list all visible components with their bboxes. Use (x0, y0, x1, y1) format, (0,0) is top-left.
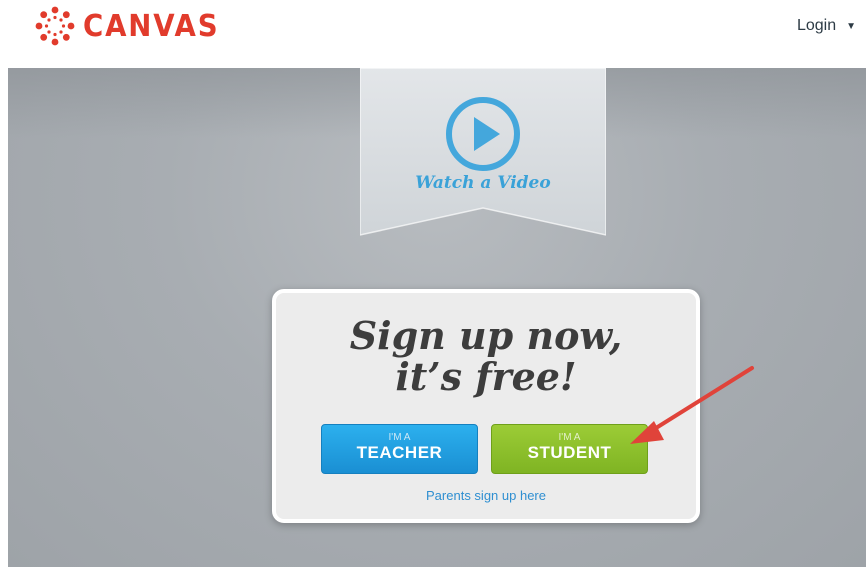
student-signup-button[interactable]: I'M A STUDENT (491, 424, 648, 474)
headline-line-1: Sign up now, (349, 313, 623, 358)
play-circle-icon (446, 97, 520, 171)
signup-card: Sign up now, it’s free! I'M A TEACHER I'… (272, 289, 700, 523)
login-menu[interactable]: Login ▼ (797, 17, 856, 35)
login-label: Login (796, 17, 837, 34)
canvas-logo-icon (35, 6, 75, 46)
canvas-logo[interactable]: CANVAS (35, 6, 231, 46)
site-header: CANVAS Login ▼ (0, 0, 866, 68)
parents-signup-link[interactable]: Parents sign up here (276, 488, 696, 503)
student-button-label: STUDENT (527, 443, 612, 462)
watch-video-banner[interactable]: Watch a Video (360, 68, 606, 236)
teacher-signup-button[interactable]: I'M A TEACHER (321, 424, 478, 474)
signup-headline: Sign up now, it’s free! (276, 315, 696, 397)
hero-section: Watch a Video Sign up now, it’s free! I'… (8, 68, 866, 567)
student-button-small-label: I'M A (558, 432, 581, 443)
chevron-down-icon: ▼ (846, 20, 856, 32)
headline-line-2: it’s free! (395, 354, 577, 399)
teacher-button-small-label: I'M A (388, 432, 411, 443)
teacher-button-label: TEACHER (356, 443, 443, 462)
watch-video-label: Watch a Video (415, 173, 551, 193)
logo-text: CANVAS (83, 8, 220, 44)
